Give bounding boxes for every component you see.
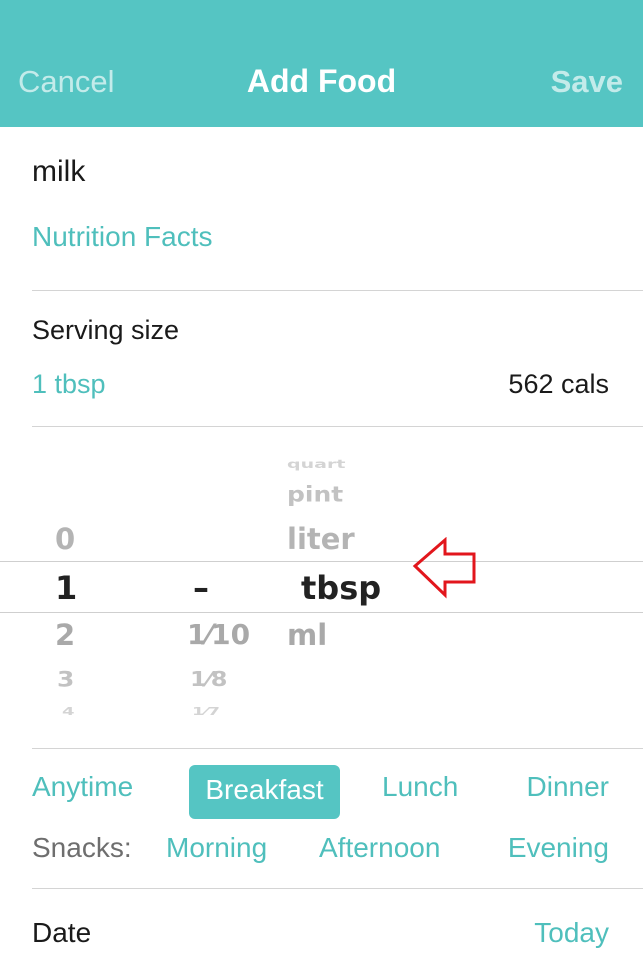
serving-size-label: Serving size (32, 315, 180, 345)
divider (32, 290, 643, 291)
picker-fraction-selected[interactable]: – (193, 572, 209, 604)
picker-fraction-option[interactable]: 1⁄7 (192, 706, 220, 718)
snacks-label: Snacks: (32, 832, 132, 863)
picker-fraction-option[interactable]: 1⁄8 (190, 669, 227, 689)
picker-fraction-option[interactable]: 1⁄10 (187, 621, 250, 649)
picker-whole-option[interactable]: 3 (57, 669, 74, 690)
picker-whole-selected[interactable]: 1 (55, 572, 77, 604)
meal-option-dinner[interactable]: Dinner (527, 771, 609, 803)
date-label: Date (32, 917, 92, 948)
picker-whole-option[interactable]: 0 (55, 525, 75, 554)
meal-option-anytime[interactable]: Anytime (32, 771, 133, 803)
save-button[interactable]: Save (551, 64, 623, 100)
snack-option-evening[interactable]: Evening (508, 832, 609, 864)
left-arrow-outline-icon (412, 537, 476, 599)
serving-size-value[interactable]: 1 tbsp (32, 369, 106, 400)
calories-value: 562 cals (508, 369, 609, 399)
picker-selection-bottom-line (0, 612, 643, 613)
picker-whole-option[interactable]: 4 (62, 706, 75, 718)
picker-unit-option[interactable]: ml (287, 621, 327, 650)
picker-selection-top-line (0, 561, 643, 562)
snack-option-afternoon[interactable]: Afternoon (319, 832, 440, 864)
picker-unit-option[interactable]: quart (287, 458, 345, 470)
snack-option-morning[interactable]: Morning (166, 832, 267, 864)
page-title: Add Food (246, 63, 397, 99)
add-food-screen: Cancel Add Food Save milk Nutrition Fact… (0, 0, 643, 961)
divider (32, 748, 643, 749)
nutrition-facts-link[interactable]: Nutrition Facts (32, 221, 213, 253)
picker-unit-option[interactable]: liter (287, 525, 355, 554)
meal-option-breakfast[interactable]: Breakfast (189, 765, 340, 819)
picker-whole-option[interactable]: 2 (55, 621, 75, 650)
picker-unit-selected[interactable]: tbsp (301, 572, 381, 604)
divider (32, 888, 643, 889)
date-value[interactable]: Today (534, 917, 609, 949)
header-bar: Cancel Add Food Save (0, 0, 643, 127)
divider (32, 426, 643, 427)
food-name: milk (32, 155, 86, 188)
picker-unit-option[interactable]: pint (287, 484, 343, 505)
meal-option-lunch[interactable]: Lunch (382, 771, 458, 803)
